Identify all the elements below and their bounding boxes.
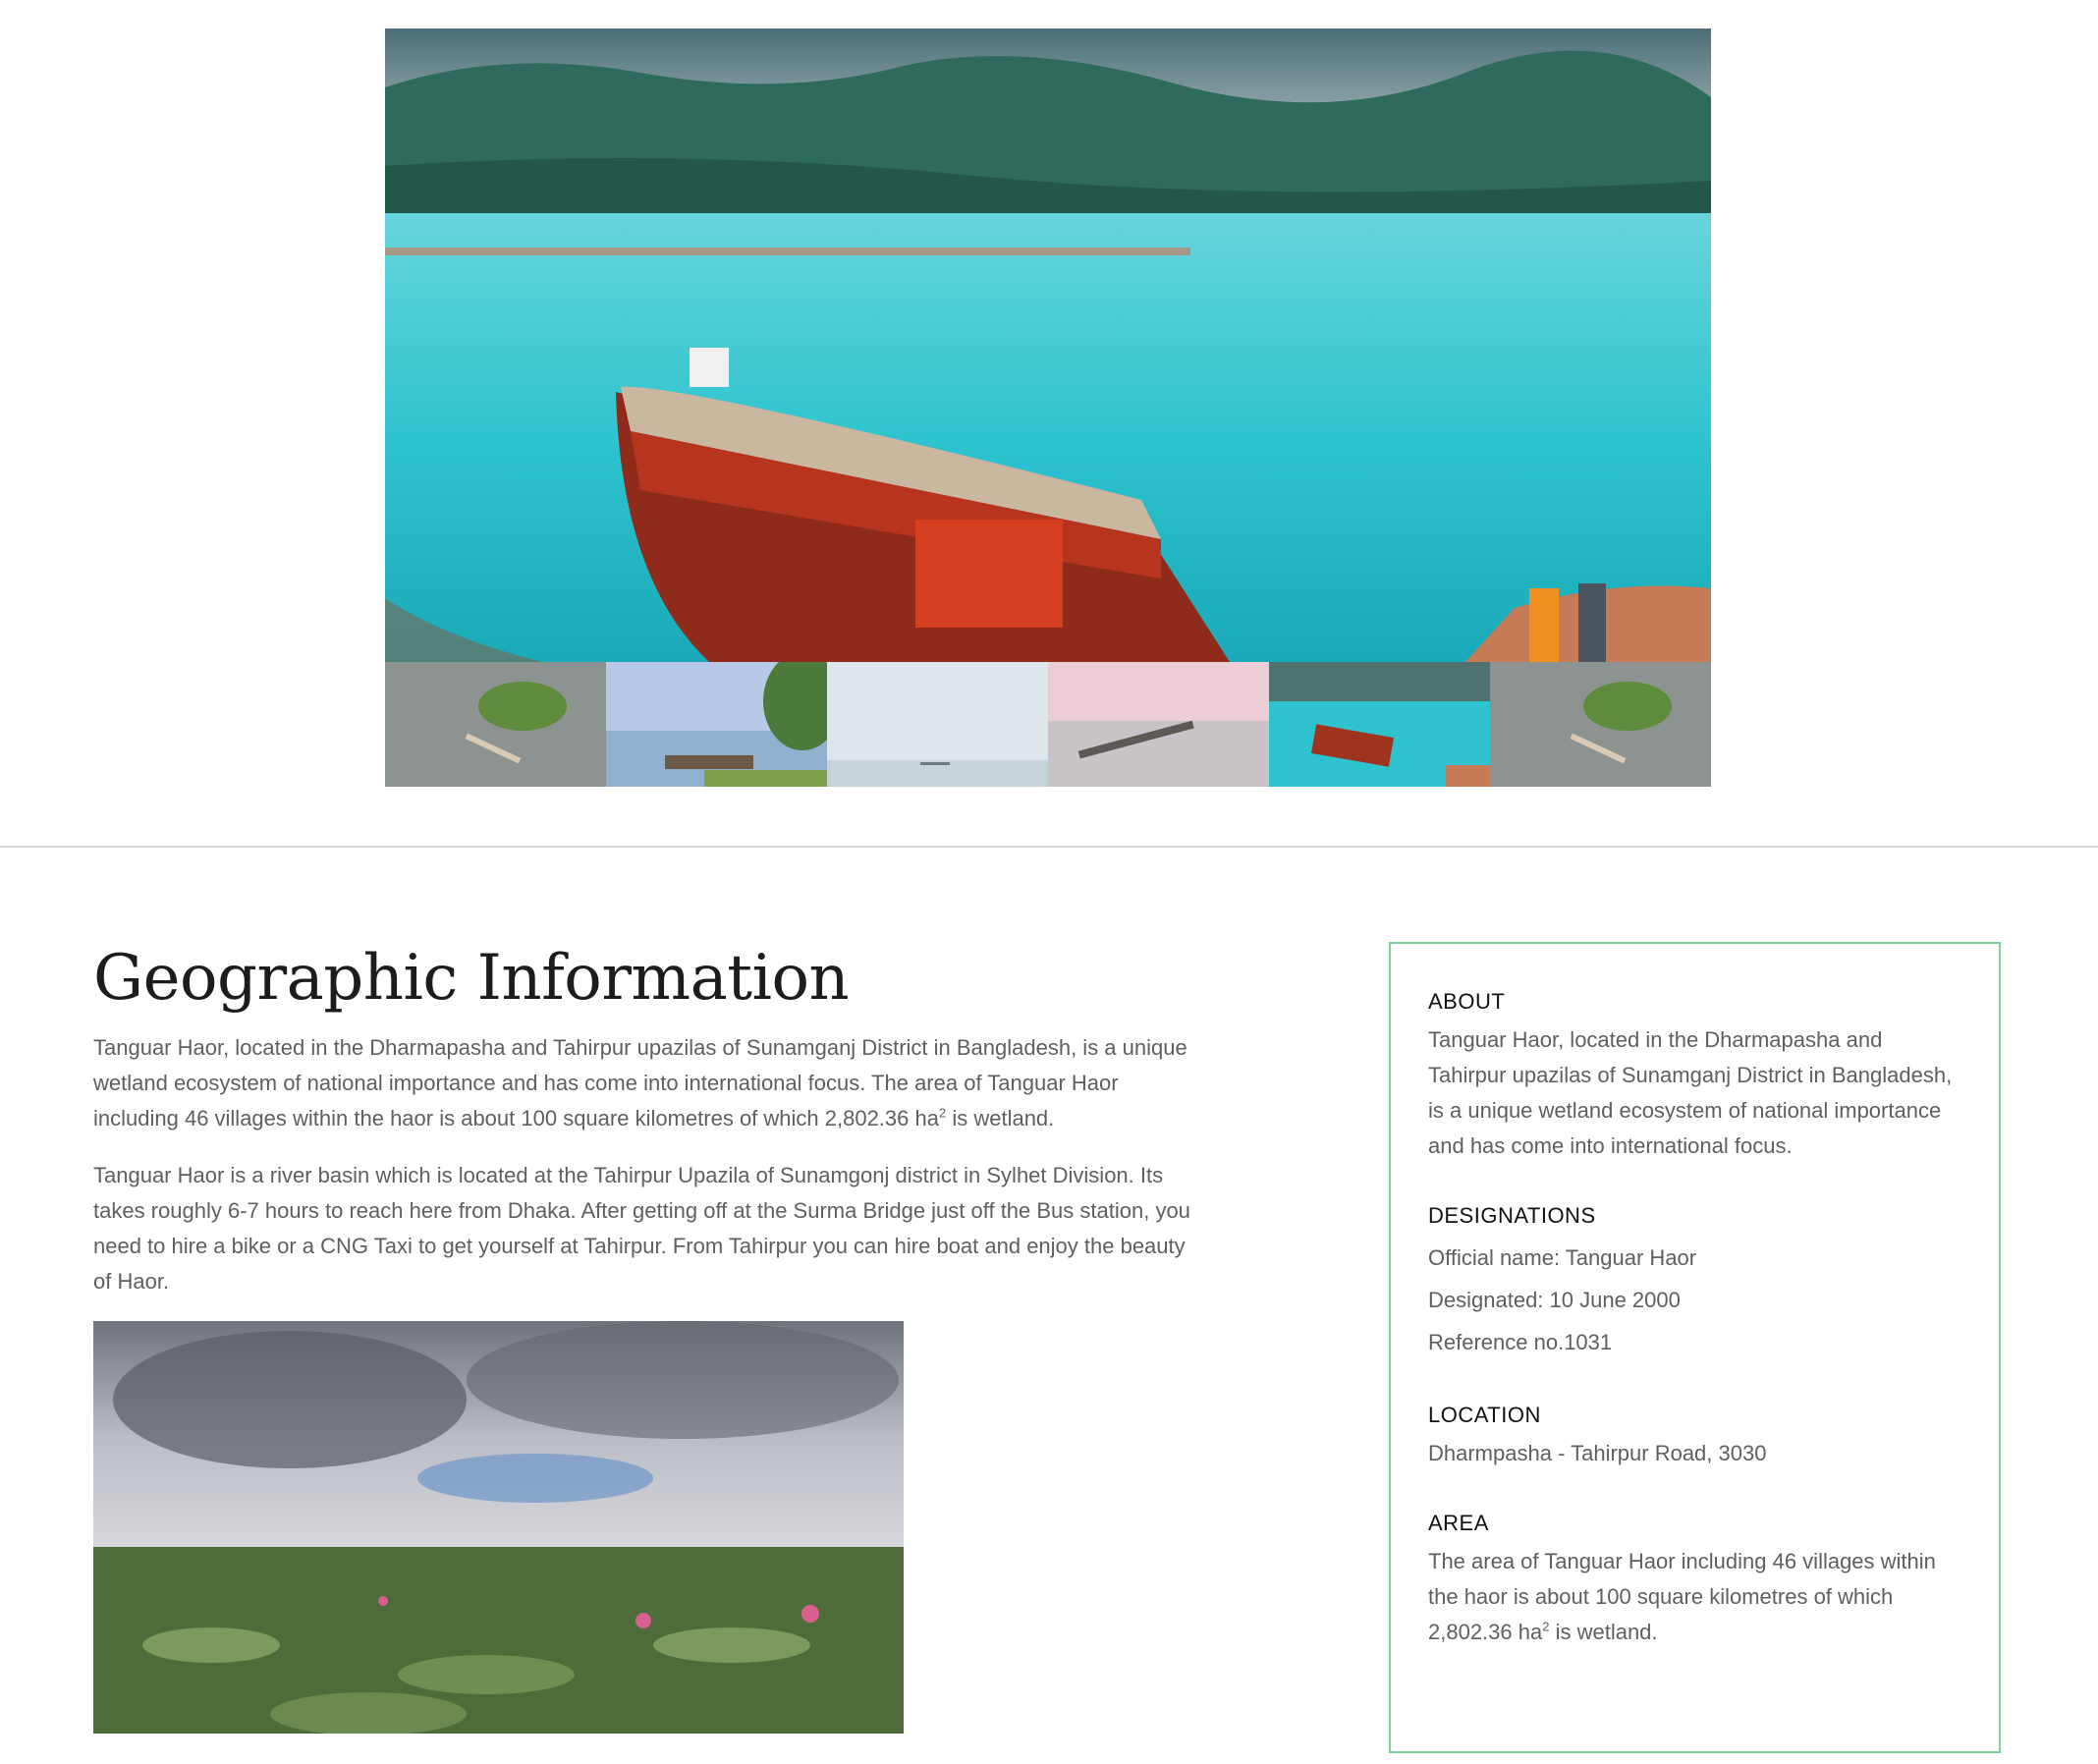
thumbnail-5[interactable] xyxy=(1269,662,1490,787)
thumbnail-image xyxy=(385,662,606,787)
location-section: LOCATION Dharmpasha - Tahirpur Road, 303… xyxy=(1428,1401,1961,1471)
thumbnail-3[interactable] xyxy=(827,662,1048,787)
thumbnail-2[interactable] xyxy=(606,662,827,787)
thumbnail-image xyxy=(1048,662,1269,787)
thumbnail-6[interactable] xyxy=(1490,662,1711,787)
thumbnail-strip xyxy=(385,662,1711,787)
about-section: ABOUT Tanguar Haor, located in the Dharm… xyxy=(1428,987,1961,1164)
designations-heading: DESIGNATIONS xyxy=(1428,1203,1596,1228)
thumbnail-image xyxy=(1490,662,1711,787)
about-heading: ABOUT xyxy=(1428,989,1506,1014)
area-text-part: The area of Tanguar Haor including 46 vi… xyxy=(1428,1549,1936,1644)
thumbnail-image xyxy=(827,662,1048,787)
thumbnail-4[interactable] xyxy=(1048,662,1269,787)
description-paragraph-1: Tanguar Haor, located in the Dharmapasha… xyxy=(93,1030,1203,1136)
info-sidebar: ABOUT Tanguar Haor, located in the Dharm… xyxy=(1389,942,2001,1753)
area-section: AREA The area of Tanguar Haor including … xyxy=(1428,1509,1961,1650)
hero-photo xyxy=(385,28,1711,662)
area-heading: AREA xyxy=(1428,1511,1489,1535)
image-gallery xyxy=(385,28,1711,787)
location-text: Dharmpasha - Tahirpur Road, 3030 xyxy=(1428,1441,1767,1465)
reference-number: Reference no.1031 xyxy=(1428,1330,1613,1354)
about-text: Tanguar Haor, located in the Dharmapasha… xyxy=(1428,1027,1953,1158)
thumbnail-image xyxy=(1269,662,1490,787)
designations-section: DESIGNATIONS Official name: Tanguar Haor… xyxy=(1428,1201,1961,1363)
thumbnail-image xyxy=(606,662,827,787)
hero-image[interactable] xyxy=(385,28,1711,662)
area-text-part: is wetland. xyxy=(1549,1620,1658,1644)
lotus-wetland-photo xyxy=(93,1321,904,1734)
geographic-info-section: Geographic Information Tanguar Haor, loc… xyxy=(93,938,1203,1734)
section-title: Geographic Information xyxy=(93,942,850,1015)
section-divider xyxy=(0,846,2098,848)
thumbnail-1[interactable] xyxy=(385,662,606,787)
designated-date: Designated: 10 June 2000 xyxy=(1428,1288,1681,1312)
wetland-image xyxy=(93,1321,904,1734)
location-heading: LOCATION xyxy=(1428,1403,1541,1427)
description-paragraph-2: Tanguar Haor is a river basin which is l… xyxy=(93,1163,1190,1294)
official-name: Official name: Tanguar Haor xyxy=(1428,1245,1697,1270)
paragraph-text: is wetland. xyxy=(946,1106,1055,1130)
area-text: The area of Tanguar Haor including 46 vi… xyxy=(1428,1544,1961,1650)
